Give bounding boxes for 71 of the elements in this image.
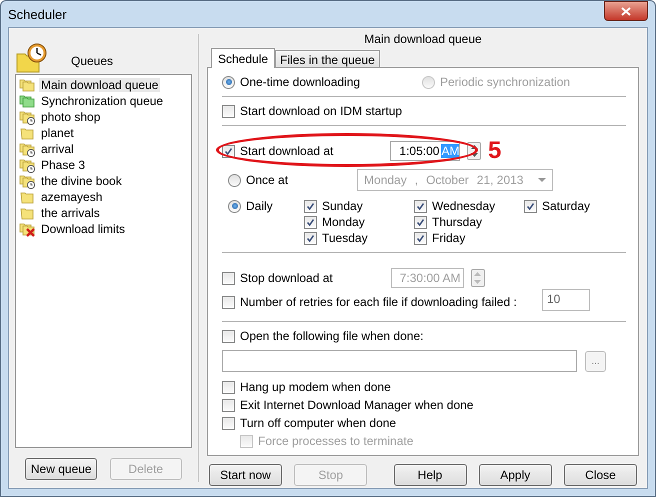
checkbox[interactable] <box>222 272 235 284</box>
action-button[interactable]: Help <box>394 464 466 486</box>
retries-field[interactable]: 10 <box>542 289 590 311</box>
action-button[interactable]: Start now <box>209 464 282 486</box>
checkbox[interactable] <box>222 104 235 118</box>
queue-item[interactable]: Synchronization queue <box>39 94 166 108</box>
queue-item[interactable]: planet <box>39 126 76 140</box>
checkbox[interactable] <box>222 416 235 430</box>
day-label: Monday <box>322 215 365 229</box>
folder-clock-icon <box>19 141 35 157</box>
queue-item[interactable]: Main download queue <box>39 78 160 92</box>
radio-button[interactable] <box>228 200 241 212</box>
file-path-field[interactable] <box>222 350 577 372</box>
checkbox[interactable] <box>222 380 235 394</box>
queue-item[interactable]: Download limits <box>39 222 128 236</box>
queue-item[interactable]: the arrivals <box>39 206 102 220</box>
checkbox[interactable] <box>222 330 235 342</box>
checkbox[interactable] <box>304 200 317 212</box>
queue-item[interactable]: arrival <box>39 142 76 156</box>
tab[interactable]: Files in the queue <box>275 50 380 67</box>
day-label: Saturday <box>542 199 590 213</box>
checkbox[interactable] <box>414 216 427 228</box>
queue-item[interactable]: Phase 3 <box>39 158 88 172</box>
checkbox[interactable] <box>304 232 317 244</box>
radio-button[interactable] <box>228 174 241 186</box>
close-icon <box>621 6 631 16</box>
day-label: Wednesday <box>432 199 496 213</box>
option-label: Start download on IDM startup <box>240 104 402 118</box>
checkbox[interactable] <box>304 216 317 228</box>
folder-clock-icon <box>19 109 35 125</box>
folder-clock-icon <box>19 157 35 173</box>
tab[interactable]: Schedule <box>211 48 276 68</box>
time-field[interactable]: 1:05:00 AM <box>390 141 460 161</box>
annotation-number: 5 <box>488 136 502 166</box>
checkbox[interactable] <box>414 200 427 212</box>
option-label: Exit Internet Download Manager when done <box>240 398 474 412</box>
queues-heading: Queues <box>71 54 114 68</box>
queue-item[interactable]: azemayesh <box>39 190 104 204</box>
mode-label: One-time downloading <box>240 75 360 89</box>
day-label: Sunday <box>322 199 363 213</box>
day-label: Thursday <box>432 215 482 229</box>
folder-x-icon <box>19 221 35 237</box>
radio-button[interactable] <box>222 76 235 88</box>
checkbox[interactable] <box>222 398 235 412</box>
action-button[interactable]: Apply <box>478 464 552 486</box>
mode-label: Periodic synchronization <box>440 75 570 89</box>
day-label: Friday <box>432 231 466 245</box>
option-label: Stop download at <box>240 271 333 285</box>
option-label: Daily <box>246 199 273 213</box>
checkbox[interactable] <box>414 232 427 244</box>
option-label: Once at <box>246 173 288 187</box>
option-label: Hang up modem when done <box>240 380 391 394</box>
close-button[interactable] <box>604 1 648 21</box>
option-label: Open the following file when done: <box>240 329 424 343</box>
queue-title: Main download queue <box>363 31 483 48</box>
folder-clock-icon <box>19 173 35 189</box>
caret-icon <box>538 178 546 182</box>
option-label: Number of retries for each file if downloading failed : <box>240 295 517 309</box>
day-label: Tuesday <box>322 231 368 245</box>
checkbox[interactable] <box>524 200 537 212</box>
queue-button[interactable]: New queue <box>25 458 98 480</box>
checkbox[interactable] <box>222 296 235 308</box>
option-label: Force processes to terminate <box>258 434 414 448</box>
folder-icon <box>19 77 35 93</box>
folder-icon <box>19 93 35 109</box>
option-label: Turn off computer when done <box>240 416 396 430</box>
action-button[interactable]: Close <box>564 464 637 486</box>
window-title: Scheduler <box>8 6 67 22</box>
queue-item[interactable]: photo shop <box>39 110 102 124</box>
queue-item[interactable]: the divine book <box>39 174 124 188</box>
option-label: Start download at <box>240 144 334 158</box>
